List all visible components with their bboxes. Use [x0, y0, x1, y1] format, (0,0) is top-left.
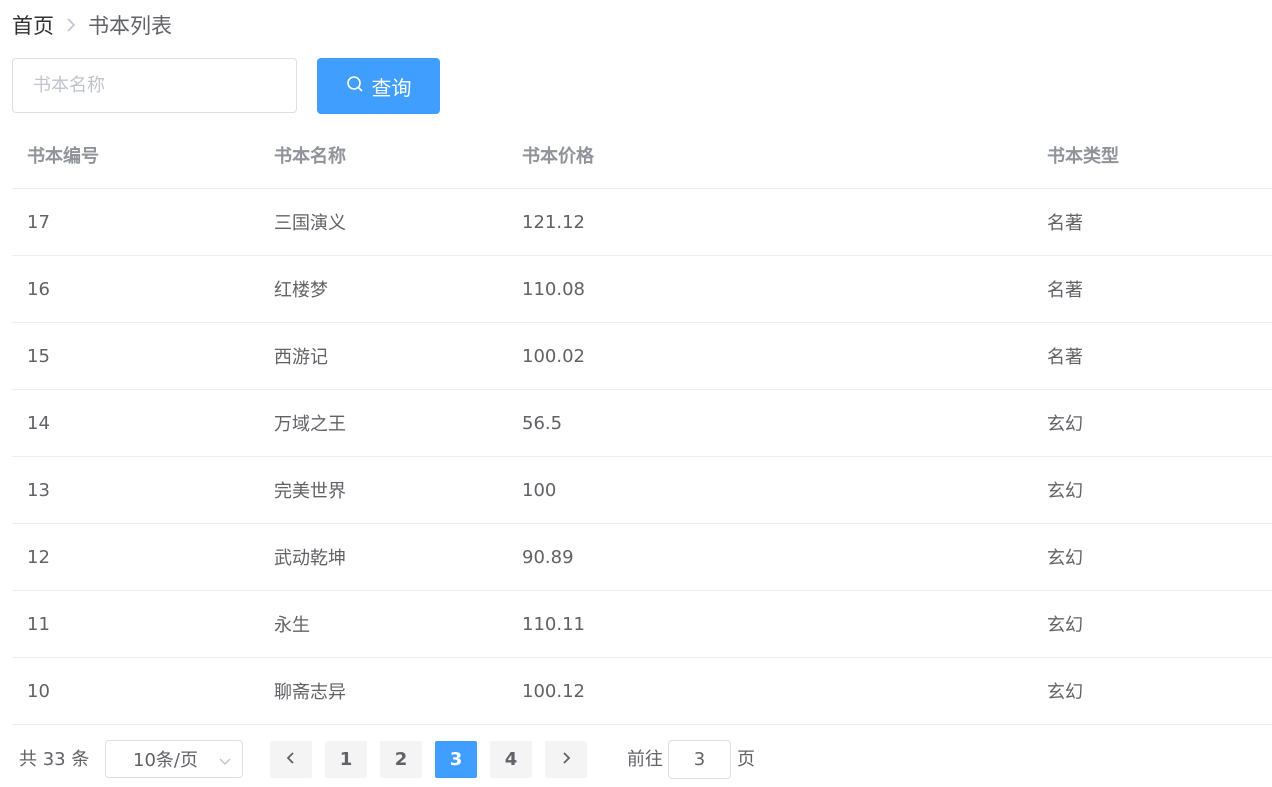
- cell-id: 16: [27, 278, 50, 300]
- breadcrumb-home[interactable]: 首页: [12, 10, 54, 40]
- pagination-total: 共 33 条: [19, 749, 90, 770]
- goto-prefix: 前往: [627, 749, 663, 770]
- cell-price: 100.12: [522, 680, 585, 702]
- column-header-type: 书本类型: [1047, 146, 1119, 167]
- cell-name: 永生: [274, 615, 310, 636]
- query-button[interactable]: 查询: [317, 58, 440, 114]
- cell-id: 17: [27, 211, 50, 233]
- cell-price: 100.02: [522, 345, 585, 367]
- cell-type: 玄幻: [1047, 414, 1083, 435]
- next-page-button[interactable]: [545, 741, 587, 778]
- cell-name: 三国演义: [274, 213, 346, 234]
- table-row: 12 武动乾坤 90.89 玄幻: [12, 524, 1272, 591]
- cell-name: 万域之王: [274, 414, 346, 435]
- cell-type: 玄幻: [1047, 615, 1083, 636]
- cell-type: 玄幻: [1047, 481, 1083, 502]
- book-table: 书本编号 书本名称 书本价格 书本类型 17 三国演义 121.12 名著 16…: [12, 122, 1272, 725]
- cell-type: 玄幻: [1047, 682, 1083, 703]
- goto-suffix: 页: [737, 749, 755, 770]
- table-row: 17 三国演义 121.12 名著: [12, 189, 1272, 256]
- cell-type: 名著: [1047, 347, 1083, 368]
- cell-type: 玄幻: [1047, 548, 1083, 569]
- cell-price: 90.89: [522, 546, 574, 568]
- table-row: 13 完美世界 100 玄幻: [12, 457, 1272, 524]
- page-button-1[interactable]: 1: [325, 741, 367, 778]
- page-button-3-current[interactable]: 3: [435, 741, 477, 778]
- page-size-value: 10条/页: [133, 750, 198, 771]
- cell-name: 聊斋志异: [274, 682, 346, 703]
- cell-name: 完美世界: [274, 481, 346, 502]
- table-row: 10 聊斋志异 100.12 玄幻: [12, 658, 1272, 725]
- table-row: 16 红楼梦 110.08 名著: [12, 256, 1272, 323]
- table-row: 15 西游记 100.02 名著: [12, 323, 1272, 390]
- cell-id: 12: [27, 546, 50, 568]
- cell-price: 110.11: [522, 613, 585, 635]
- cell-price: 121.12: [522, 211, 585, 233]
- pagination: 共 33 条 10条/页 1 2 3 4 前往 页: [0, 740, 1272, 780]
- cell-name: 武动乾坤: [274, 548, 346, 569]
- table-row: 11 永生 110.11 玄幻: [12, 591, 1272, 658]
- goto-page-input[interactable]: [668, 740, 731, 779]
- column-header-id: 书本编号: [27, 146, 99, 167]
- table-header-row: 书本编号 书本名称 书本价格 书本类型: [12, 122, 1272, 189]
- chevron-right-icon: [561, 749, 571, 770]
- prev-page-button[interactable]: [270, 741, 312, 778]
- page-button-4[interactable]: 4: [490, 741, 532, 778]
- cell-price: 100: [522, 479, 557, 501]
- breadcrumb-current: 书本列表: [88, 14, 172, 38]
- breadcrumb: 首页 书本列表: [12, 10, 172, 40]
- chevron-down-icon: [218, 752, 232, 773]
- chevron-left-icon: [286, 749, 296, 770]
- cell-id: 15: [27, 345, 50, 367]
- cell-name: 西游记: [274, 347, 328, 368]
- cell-id: 11: [27, 613, 50, 635]
- cell-id: 10: [27, 680, 50, 702]
- page-size-select[interactable]: 10条/页: [105, 740, 243, 778]
- page-button-2[interactable]: 2: [380, 741, 422, 778]
- cell-name: 红楼梦: [274, 280, 328, 301]
- cell-type: 名著: [1047, 213, 1083, 234]
- column-header-name: 书本名称: [274, 146, 346, 167]
- cell-type: 名著: [1047, 280, 1083, 301]
- cell-price: 56.5: [522, 412, 563, 434]
- cell-price: 110.08: [522, 278, 585, 300]
- book-name-search-input[interactable]: [12, 58, 297, 113]
- search-icon: [346, 74, 364, 98]
- chevron-right-icon: [66, 17, 76, 33]
- cell-id: 13: [27, 479, 50, 501]
- column-header-price: 书本价格: [522, 146, 594, 167]
- table-row: 14 万域之王 56.5 玄幻: [12, 390, 1272, 457]
- cell-id: 14: [27, 412, 50, 434]
- query-button-label: 查询: [371, 75, 412, 100]
